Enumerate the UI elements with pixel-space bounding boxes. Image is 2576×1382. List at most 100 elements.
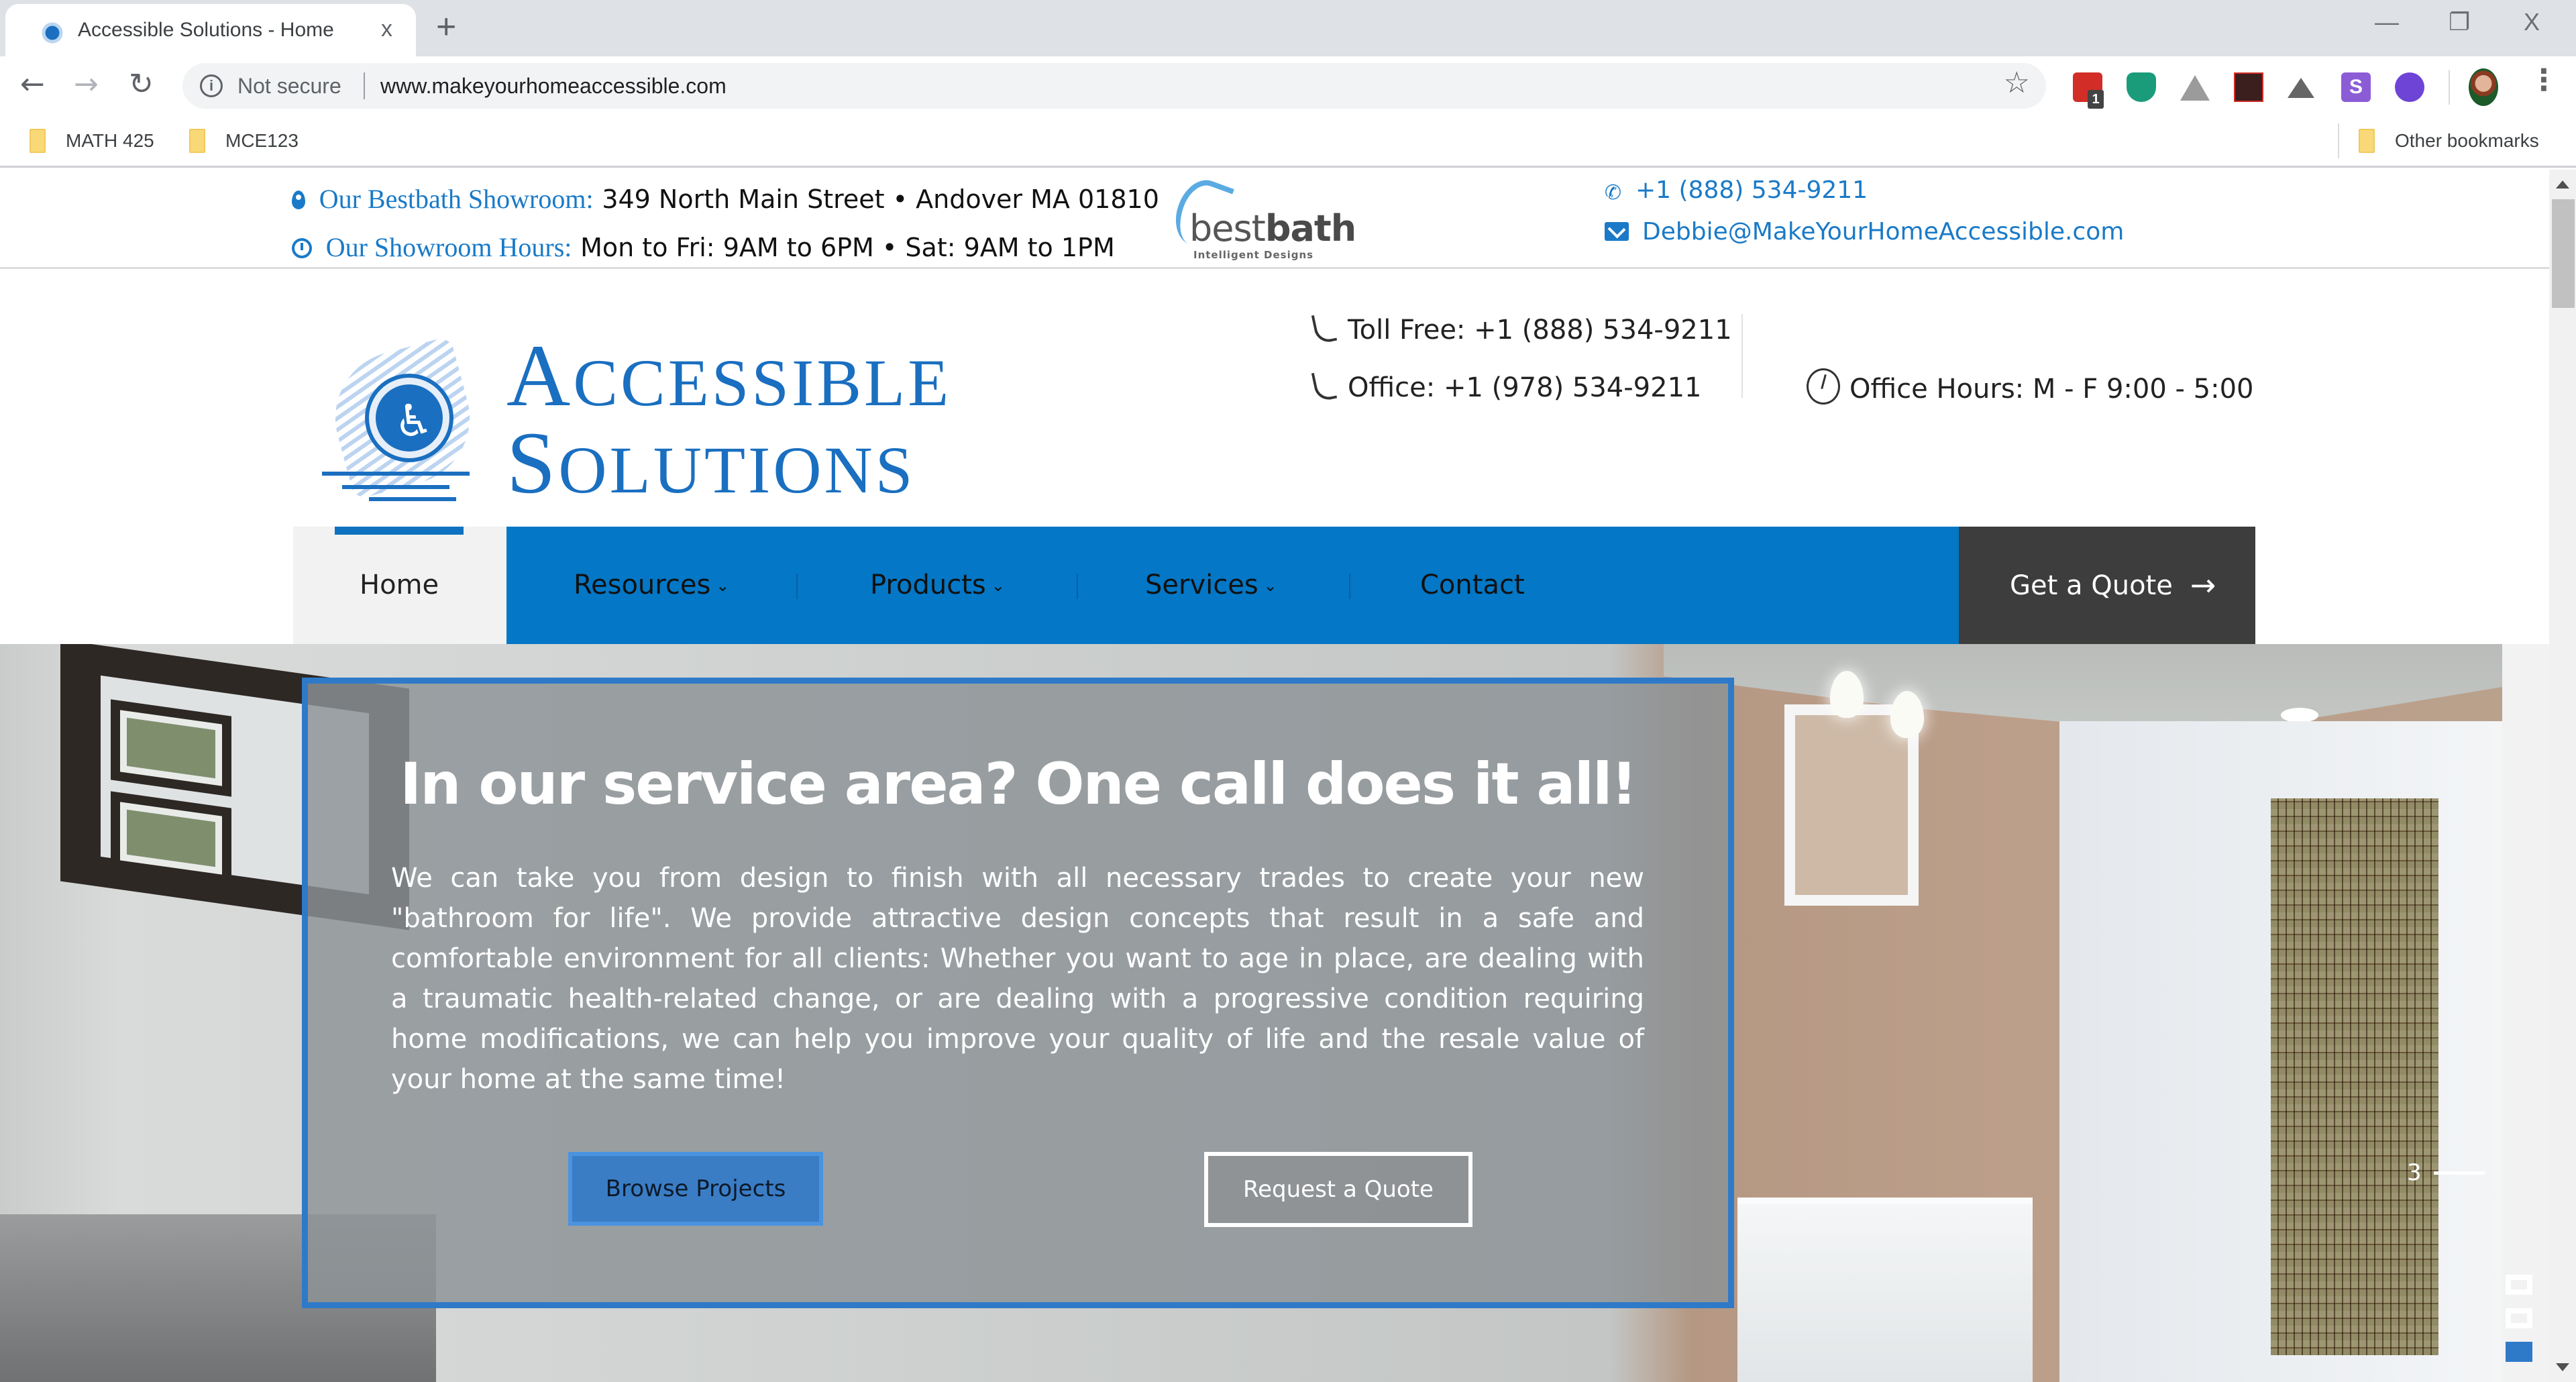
address-bar[interactable]: i Not secure www.makeyourhomeaccessible.… xyxy=(182,63,2046,109)
hero-description: We can take you from design to finish wi… xyxy=(391,863,1644,1095)
window-close-icon[interactable]: X xyxy=(2524,8,2540,36)
folder-icon xyxy=(189,129,205,153)
shield-check-extension-icon[interactable] xyxy=(2127,72,2156,102)
url-text[interactable]: www.makeyourhomeaccessible.com xyxy=(380,74,727,99)
browser-toolbar: ← → ↻ i Not secure www.makeyourhomeacces… xyxy=(0,56,2576,117)
hero-slider: In our service area? One call does it al… xyxy=(0,644,2549,1382)
bestbath-logo[interactable]: bestbath Intelligent Designs xyxy=(1167,173,1356,265)
scroll-up-arrow-icon[interactable] xyxy=(2556,180,2569,189)
showroom-label: Our Bestbath Showroom: xyxy=(319,184,594,214)
site-favicon-icon xyxy=(40,21,64,45)
other-bookmarks-label: Other bookmarks xyxy=(2395,130,2539,151)
request-quote-button[interactable]: Request a Quote xyxy=(1204,1152,1472,1227)
wheelchair-icon: ♿ xyxy=(394,395,434,447)
phone-icon: ✆ xyxy=(1605,181,1622,205)
showroom-address-line: Our Bestbath Showroom: 349 North Main St… xyxy=(292,183,1159,215)
top-info-strip: Our Bestbath Showroom: 349 North Main St… xyxy=(0,170,2549,269)
security-status[interactable]: Not secure xyxy=(237,74,341,99)
nav-label-home: Home xyxy=(360,570,439,600)
nav-bar: Resources ⌄ Products ⌄ Services ⌄ Contact xyxy=(506,527,1959,644)
folder-icon xyxy=(2359,129,2375,153)
bookmark-label: MATH 425 xyxy=(66,130,154,151)
bestbath-wordmark: bestbath xyxy=(1189,207,1356,250)
top-email: Debbie@MakeYourHomeAccessible.com xyxy=(1642,218,2125,246)
hero-content-box: In our service area? One call does it al… xyxy=(302,678,1734,1308)
hero-bg-downlight xyxy=(2281,708,2318,723)
main-navigation: Home Resources ⌄ Products ⌄ Services ⌄ Cont… xyxy=(293,527,2255,644)
forward-arrow-icon[interactable]: → xyxy=(74,70,99,99)
logo-text-line2: SOLUTIONS xyxy=(506,413,916,512)
s-extension-icon[interactable]: S xyxy=(2341,72,2371,102)
phone-handset-icon xyxy=(1311,312,1338,343)
logo-mark: ♿ xyxy=(315,335,490,501)
header-divider xyxy=(1741,314,1743,398)
bookmark-star-icon[interactable]: ☆ xyxy=(2004,68,2030,98)
showroom-hours-line: Our Showroom Hours: Mon to Fri: 9AM to 6… xyxy=(292,231,1115,263)
browse-projects-button[interactable]: Browse Projects xyxy=(568,1152,823,1226)
circle-extension-icon[interactable] xyxy=(2395,72,2424,102)
kebab-menu-icon[interactable]: ⋮ xyxy=(2529,66,2559,95)
nav-item-products[interactable]: Products ⌄ xyxy=(870,527,1005,644)
info-icon[interactable]: i xyxy=(200,74,223,97)
minimize-icon[interactable]: — xyxy=(2375,8,2399,36)
back-arrow-icon[interactable]: ← xyxy=(20,70,45,99)
nav-item-home[interactable]: Home xyxy=(293,527,506,644)
bookmark-folder[interactable]: MATH 425 xyxy=(30,126,154,156)
nav-divider xyxy=(1077,574,1078,599)
hero-title: In our service area? One call does it al… xyxy=(400,751,1638,818)
chevron-down-icon: ⌄ xyxy=(716,576,730,595)
wheelchair-circle: ♿ xyxy=(369,378,449,458)
get-a-quote-button[interactable]: Get a Quote → xyxy=(1959,527,2255,644)
office-phone[interactable]: Office: +1 (978) 534-9211 xyxy=(1311,370,1701,403)
arrow-right-icon: → xyxy=(2190,567,2216,603)
nav-item-contact[interactable]: Contact xyxy=(1420,527,1525,644)
web-page: Our Bestbath Showroom: 349 North Main St… xyxy=(0,170,2549,1382)
chevron-down-icon: ⌄ xyxy=(1263,576,1277,595)
profile-avatar[interactable] xyxy=(2469,68,2498,106)
nav-item-services[interactable]: Services ⌄ xyxy=(1145,527,1277,644)
phone-handset-icon xyxy=(1311,370,1338,401)
scrollbar-thumb[interactable] xyxy=(2552,199,2575,308)
restore-icon[interactable]: ❐ xyxy=(2449,8,2470,36)
logo-stripe xyxy=(342,485,449,489)
slider-dot-3-active[interactable] xyxy=(2506,1342,2532,1362)
bestbath-tagline: Intelligent Designs xyxy=(1193,249,1314,261)
google-drive-extension-icon[interactable] xyxy=(2180,75,2210,101)
toolbar-divider xyxy=(2449,70,2450,105)
toll-free-phone[interactable]: Toll Free: +1 (888) 534-9211 xyxy=(1311,312,1732,346)
lastpass-extension-icon[interactable]: 1 xyxy=(2073,72,2104,109)
other-bookmarks-folder[interactable]: Other bookmarks xyxy=(2359,126,2539,156)
tab-close-icon[interactable]: x xyxy=(381,17,392,40)
slider-dot-2[interactable] xyxy=(2506,1308,2532,1328)
scroll-down-arrow-icon[interactable] xyxy=(2556,1363,2569,1371)
nav-item-resources[interactable]: Resources ⌄ xyxy=(574,527,729,644)
hours-label: Our Showroom Hours: xyxy=(325,232,572,262)
reload-icon[interactable]: ↻ xyxy=(129,70,154,99)
browser-tab-active[interactable]: Accessible Solutions - Home x xyxy=(5,4,416,56)
bookmarks-bar: MATH 425 MCE123 Other bookmarks xyxy=(0,117,2576,168)
bookmark-folder[interactable]: MCE123 xyxy=(189,126,299,156)
accessible-solutions-logo[interactable]: ♿ ACCESSIBLE SOLUTIONS xyxy=(315,311,949,512)
get-a-quote-label: Get a Quote xyxy=(2010,570,2173,601)
slider-dot-1[interactable] xyxy=(2506,1275,2532,1295)
new-tab-button[interactable]: + xyxy=(436,9,456,44)
adobe-acrobat-extension-icon[interactable] xyxy=(2234,72,2263,102)
nav-divider xyxy=(1349,574,1350,599)
clock-icon xyxy=(1807,368,1840,405)
slide-number: 3 xyxy=(2407,1159,2422,1186)
tab-title: Accessible Solutions - Home xyxy=(78,19,334,41)
mountain-extension-icon[interactable] xyxy=(2288,78,2314,98)
clock-icon xyxy=(292,238,312,258)
omnibox-divider xyxy=(364,72,365,99)
top-email-link[interactable]: Debbie@MakeYourHomeAccessible.com xyxy=(1605,218,2124,246)
logo-stripe xyxy=(322,472,470,476)
hero-bg-artwork xyxy=(111,699,231,797)
chevron-down-icon: ⌄ xyxy=(991,576,1005,595)
office-hours: Office Hours: M - F 9:00 - 5:00 xyxy=(1807,368,2253,405)
extension-badge: 1 xyxy=(2088,90,2104,109)
bookmarks-divider xyxy=(2338,123,2339,158)
hero-bg-vanity xyxy=(1737,1198,2033,1382)
top-phone-link[interactable]: ✆ +1 (888) 534-9211 xyxy=(1605,176,1868,204)
top-phone: +1 (888) 534-9211 xyxy=(1635,176,1868,204)
page-scrollbar[interactable] xyxy=(2549,170,2576,1382)
